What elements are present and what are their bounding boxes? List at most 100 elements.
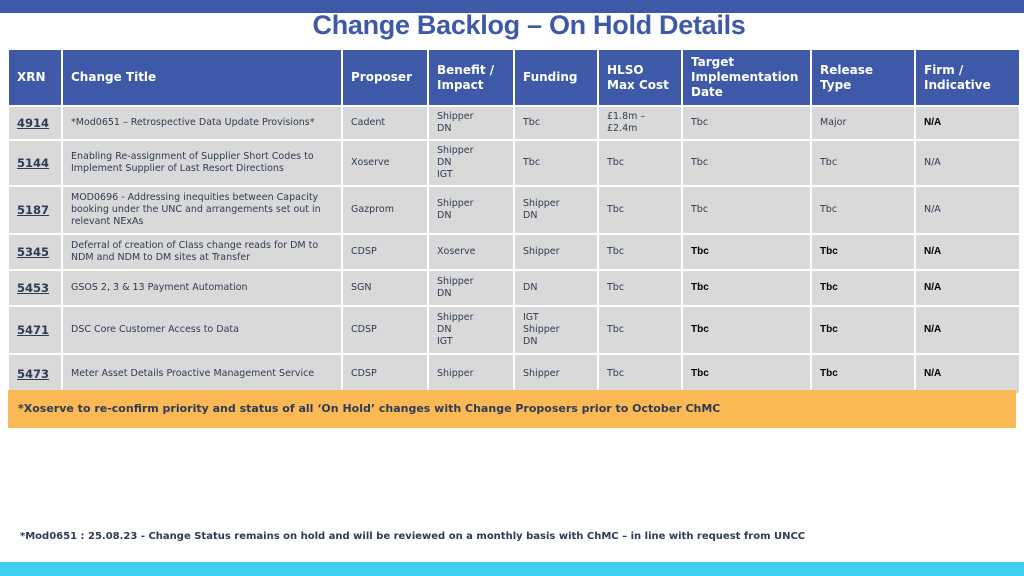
benefit-impact: Shipper <box>429 355 513 393</box>
proposer: Xoserve <box>343 141 427 185</box>
xrn-link[interactable]: 5144 <box>9 141 61 185</box>
benefit-impact-line: Shipper <box>437 312 474 323</box>
target-date: Tbc <box>683 307 810 353</box>
xrn-link[interactable]: 5345 <box>9 235 61 269</box>
hlso-max-cost-line: Tbc <box>607 368 625 379</box>
hlso-max-cost: Tbc <box>599 187 681 233</box>
release-type: Tbc <box>812 271 914 305</box>
benefit-impact: Shipper DN <box>429 271 513 305</box>
funding-line: Shipper <box>523 246 560 257</box>
change-title: *Mod0651 – Retrospective Data Update Pro… <box>63 107 341 139</box>
benefit-impact-line: Shipper <box>437 111 474 122</box>
benefit-impact-line: Shipper <box>437 276 474 287</box>
change-title: Deferral of creation of Class change rea… <box>63 235 341 269</box>
benefit-impact-line: DN <box>437 157 452 168</box>
target-date: Tbc <box>683 235 810 269</box>
header-row: XRN Change Title Proposer Benefit / Impa… <box>9 50 1019 105</box>
hlso-max-cost-line: £1.8m – <box>607 111 646 122</box>
table-row: 4914 *Mod0651 – Retrospective Data Update… <box>9 107 1019 139</box>
benefit-impact-line: IGT <box>437 169 453 180</box>
funding: Tbc <box>515 107 597 139</box>
change-title: Enabling Re-assignment of Supplier Short… <box>63 141 341 185</box>
change-title: GSOS 2, 3 & 13 Payment Automation <box>63 271 341 305</box>
target-date: Tbc <box>683 355 810 393</box>
xrn-link[interactable]: 5471 <box>9 307 61 353</box>
xrn-link[interactable]: 4914 <box>9 107 61 139</box>
benefit-impact: Xoserve <box>429 235 513 269</box>
release-type: Tbc <box>812 187 914 233</box>
benefit-impact-line: DN <box>437 324 452 335</box>
hlso-max-cost-line: Tbc <box>607 282 625 293</box>
funding: Tbc <box>515 141 597 185</box>
hlso-max-cost: Tbc <box>599 307 681 353</box>
firm-indicative: N/A <box>916 271 1019 305</box>
hlso-max-cost: Tbc <box>599 271 681 305</box>
hlso-max-cost-line: Tbc <box>607 204 625 215</box>
release-type: Tbc <box>812 235 914 269</box>
target-date: Tbc <box>683 107 810 139</box>
hlso-max-cost: Tbc <box>599 141 681 185</box>
hlso-max-cost: Tbc <box>599 355 681 393</box>
header-proposer: Proposer <box>343 50 427 105</box>
firm-indicative: N/A <box>916 107 1019 139</box>
target-date: Tbc <box>683 141 810 185</box>
proposer: CDSP <box>343 235 427 269</box>
change-title: DSC Core Customer Access to Data <box>63 307 341 353</box>
funding: Shipper <box>515 355 597 393</box>
benefit-impact-line: DN <box>437 288 452 299</box>
funding-line: DN <box>523 282 538 293</box>
reconfirm-banner: *Xoserve to re-confirm priority and stat… <box>8 390 1016 428</box>
hlso-max-cost-line: Tbc <box>607 246 625 257</box>
benefit-impact-line: DN <box>437 210 452 221</box>
funding-line: Shipper <box>523 198 560 209</box>
hlso-max-cost-line: Tbc <box>607 324 625 335</box>
header-xrn: XRN <box>9 50 61 105</box>
firm-indicative: N/A <box>916 187 1019 233</box>
xrn-link[interactable]: 5187 <box>9 187 61 233</box>
firm-indicative: N/A <box>916 141 1019 185</box>
header-firm-indicative: Firm / Indicative <box>916 50 1019 105</box>
header-release-type: Release Type <box>812 50 914 105</box>
firm-indicative: N/A <box>916 307 1019 353</box>
header-change-title: Change Title <box>63 50 341 105</box>
funding-line: Shipper <box>523 324 560 335</box>
benefit-impact: Shipper DN <box>429 107 513 139</box>
proposer: CDSP <box>343 355 427 393</box>
funding-line: DN <box>523 210 538 221</box>
hlso-max-cost: Tbc <box>599 235 681 269</box>
hlso-max-cost-line: Tbc <box>607 157 625 168</box>
xrn-link[interactable]: 5473 <box>9 355 61 393</box>
change-title: Meter Asset Details Proactive Management… <box>63 355 341 393</box>
benefit-impact-line: IGT <box>437 336 453 347</box>
header-benefit-impact: Benefit / Impact <box>429 50 513 105</box>
hlso-max-cost: £1.8m – £2.4m <box>599 107 681 139</box>
page-title: Change Backlog – On Hold Details <box>312 10 746 40</box>
table-row: 5144 Enabling Re-assignment of Supplier S… <box>9 141 1019 185</box>
header-target-date: Target Implementation Date <box>683 50 810 105</box>
proposer: SGN <box>343 271 427 305</box>
proposer: Gazprom <box>343 187 427 233</box>
table-row: 5471 DSC Core Customer Access to Data CDSP… <box>9 307 1019 353</box>
hlso-max-cost-line: £2.4m <box>607 123 638 134</box>
xrn-link[interactable]: 5453 <box>9 271 61 305</box>
target-date: Tbc <box>683 271 810 305</box>
benefit-impact-line: Shipper <box>437 145 474 156</box>
bottom-accent-bar <box>0 562 1024 576</box>
benefit-impact-line: Xoserve <box>437 246 476 257</box>
funding: IGT Shipper DN <box>515 307 597 353</box>
table-row: 5473 Meter Asset Details Proactive Manage… <box>9 355 1019 393</box>
funding-line: Tbc <box>523 157 541 168</box>
on-hold-table: XRN Change Title Proposer Benefit / Impa… <box>7 48 1021 395</box>
table-row: 5453 GSOS 2, 3 & 13 Payment Automation SGN… <box>9 271 1019 305</box>
release-type: Tbc <box>812 307 914 353</box>
target-date: Tbc <box>683 187 810 233</box>
release-type: Tbc <box>812 355 914 393</box>
funding: DN <box>515 271 597 305</box>
proposer: Cadent <box>343 107 427 139</box>
funding: Shipper DN <box>515 187 597 233</box>
firm-indicative: N/A <box>916 355 1019 393</box>
benefit-impact-line: Shipper <box>437 368 474 379</box>
benefit-impact: Shipper DN <box>429 187 513 233</box>
benefit-impact: Shipper DN IGT <box>429 141 513 185</box>
release-type: Major <box>812 107 914 139</box>
